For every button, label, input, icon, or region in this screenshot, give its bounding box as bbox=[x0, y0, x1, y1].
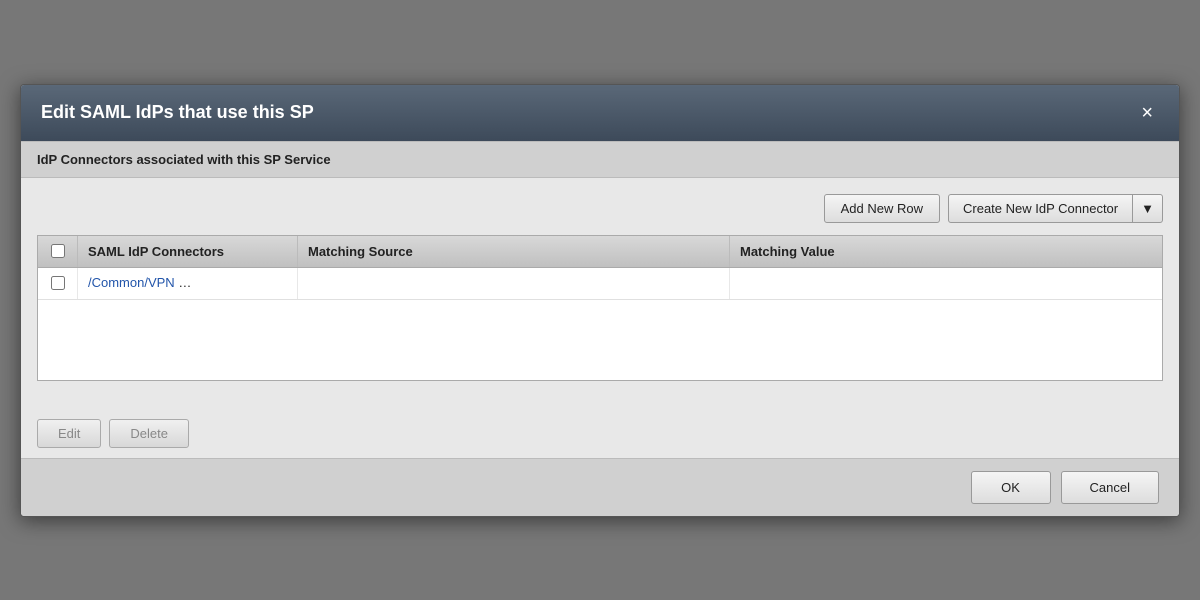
close-button[interactable]: × bbox=[1135, 101, 1159, 125]
create-connector-arrow-icon: ▼ bbox=[1133, 195, 1162, 222]
dialog: Edit SAML IdPs that use this SP × IdP Co… bbox=[20, 84, 1180, 517]
dialog-footer: OK Cancel bbox=[21, 458, 1179, 516]
column-header-value: Matching Value bbox=[730, 236, 1162, 267]
row-checkbox-cell bbox=[38, 268, 78, 299]
table: SAML IdP Connectors Matching Source Matc… bbox=[37, 235, 1163, 381]
connector-link[interactable]: /Common/VPN bbox=[88, 275, 175, 290]
dialog-body: IdP Connectors associated with this SP S… bbox=[21, 141, 1179, 458]
cancel-button[interactable]: Cancel bbox=[1061, 471, 1159, 504]
row-cell-source bbox=[298, 268, 730, 299]
row-cell-value bbox=[730, 268, 1162, 299]
row-checkbox[interactable] bbox=[51, 276, 65, 290]
section-header: IdP Connectors associated with this SP S… bbox=[21, 141, 1179, 178]
create-connector-label: Create New IdP Connector bbox=[949, 195, 1133, 222]
column-header-source: Matching Source bbox=[298, 236, 730, 267]
connector-link-suffix: … bbox=[175, 275, 192, 290]
action-buttons: Edit Delete bbox=[21, 409, 1179, 458]
table-row: /Common/VPN … bbox=[38, 268, 1162, 300]
toolbar: Add New Row Create New IdP Connector ▼ bbox=[37, 194, 1163, 223]
add-new-row-button[interactable]: Add New Row bbox=[824, 194, 940, 223]
header-checkbox-cell bbox=[38, 236, 78, 267]
ok-button[interactable]: OK bbox=[971, 471, 1051, 504]
dialog-overlay: Edit SAML IdPs that use this SP × IdP Co… bbox=[0, 0, 1200, 600]
edit-button[interactable]: Edit bbox=[37, 419, 101, 448]
dialog-title: Edit SAML IdPs that use this SP bbox=[41, 102, 314, 123]
dialog-header: Edit SAML IdPs that use this SP × bbox=[21, 85, 1179, 141]
select-all-checkbox[interactable] bbox=[51, 244, 65, 258]
row-cell-connector: /Common/VPN … bbox=[78, 268, 298, 299]
delete-button[interactable]: Delete bbox=[109, 419, 189, 448]
table-empty-area bbox=[38, 300, 1162, 380]
create-new-idp-connector-button[interactable]: Create New IdP Connector ▼ bbox=[948, 194, 1163, 223]
table-header: SAML IdP Connectors Matching Source Matc… bbox=[38, 236, 1162, 268]
content-area: Add New Row Create New IdP Connector ▼ S… bbox=[21, 178, 1179, 409]
column-header-connectors: SAML IdP Connectors bbox=[78, 236, 298, 267]
